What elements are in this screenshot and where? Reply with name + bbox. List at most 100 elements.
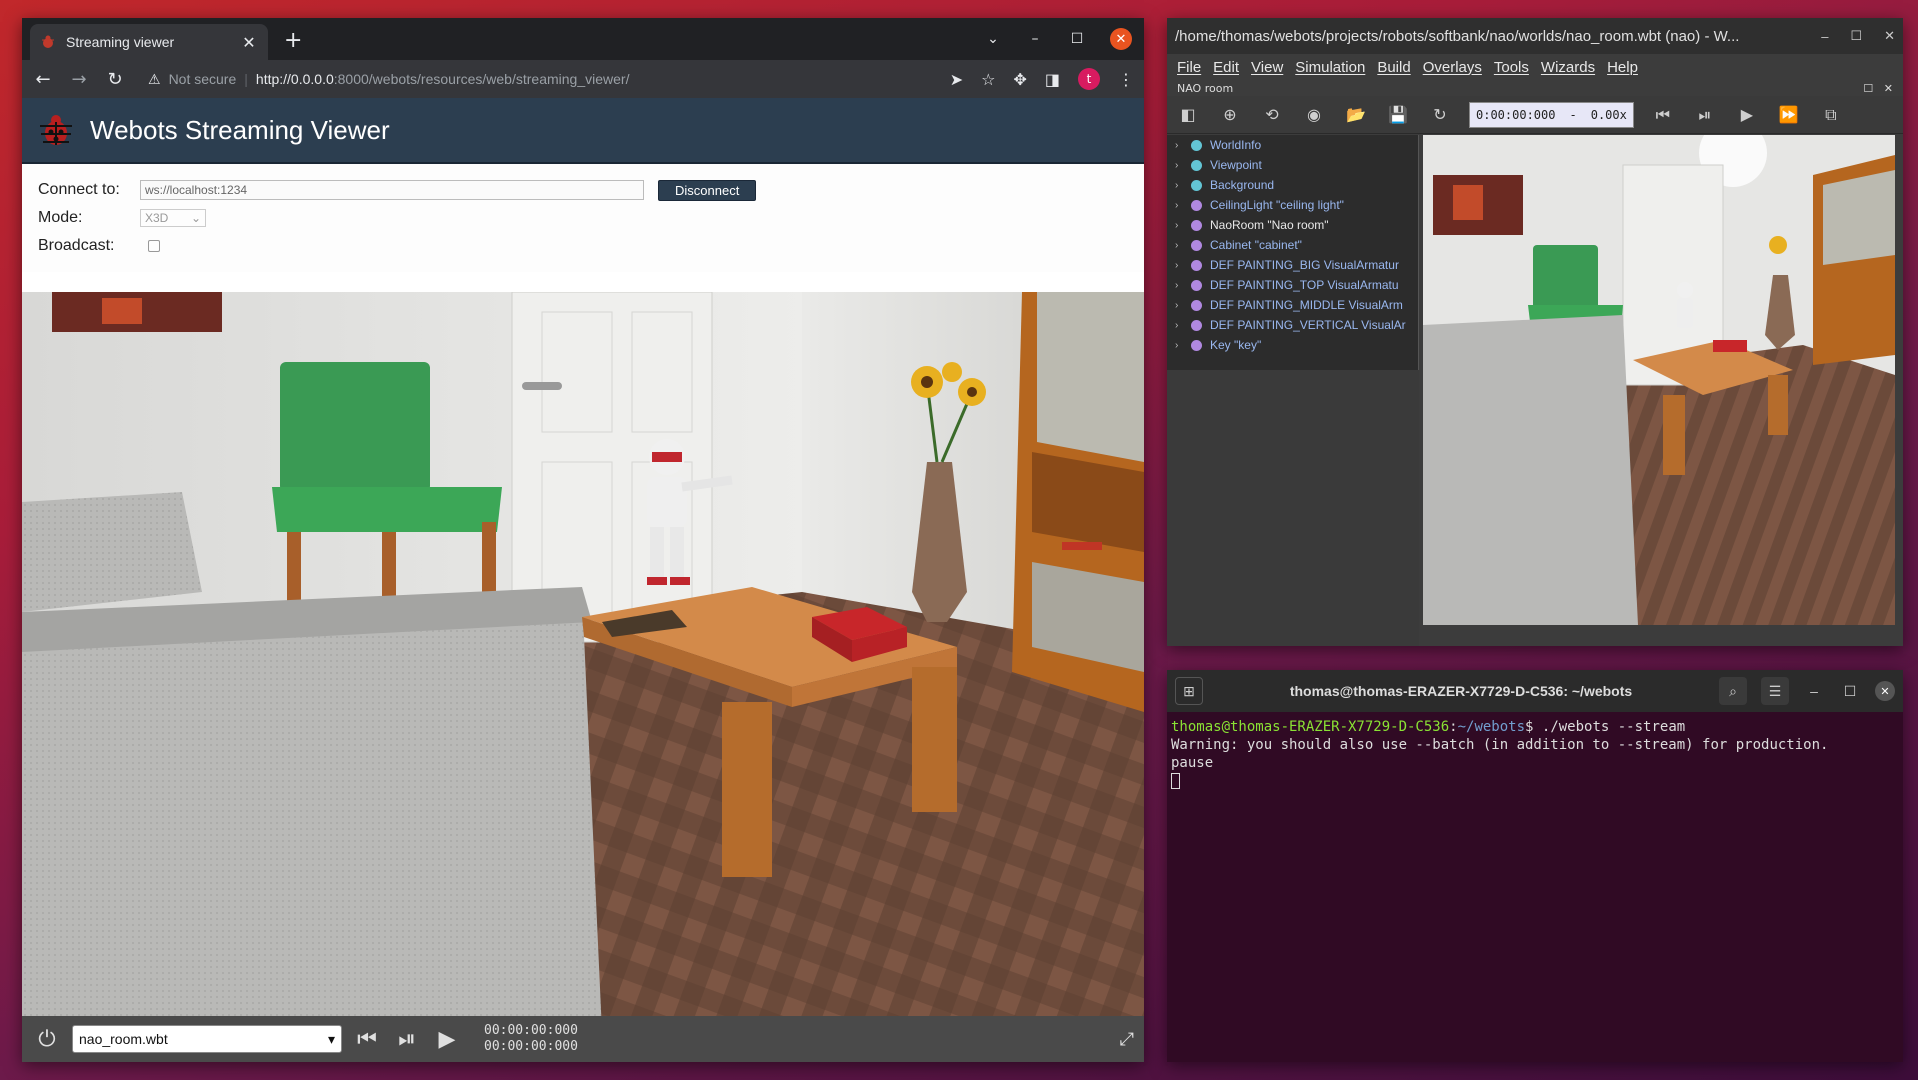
new-tab-icon[interactable]: ⊞ xyxy=(1175,677,1203,705)
extensions-icon[interactable]: ✥ xyxy=(1013,70,1026,89)
play-icon[interactable]: ▶ xyxy=(432,1027,462,1052)
scene-render xyxy=(22,292,1144,1032)
menu-help[interactable]: Help xyxy=(1607,59,1638,76)
tree-item-cabinet[interactable]: › Cabinet "cabinet" xyxy=(1167,235,1418,255)
terminal-output[interactable]: thomas@thomas-ERAZER-X7729-D-C536:~/webo… xyxy=(1167,712,1903,796)
webots-toolbar: ◧ ⊕ ⟲ ◉ 📂 💾 ↻ 0:00:00:000 - 0.00x ⏮ ⏯ ▶ … xyxy=(1167,96,1903,134)
save-world-icon[interactable]: 💾 xyxy=(1385,105,1411,124)
menu-wizards[interactable]: Wizards xyxy=(1541,59,1595,76)
tab-search-icon[interactable]: ⌄ xyxy=(984,31,1002,47)
sim-timer: 00:00:00:000 00:00:00:000 xyxy=(484,1023,578,1055)
terminal-line-warning: Warning: you should also use --batch (in… xyxy=(1171,737,1829,753)
reload-world-icon[interactable]: ↻ xyxy=(1427,105,1453,124)
expand-arrow-icon[interactable]: › xyxy=(1175,300,1183,311)
tree-item-viewpoint[interactable]: › Viewpoint xyxy=(1167,155,1418,175)
reset-icon[interactable]: ⏮ xyxy=(352,1027,382,1052)
close-button[interactable]: ✕ xyxy=(1875,681,1895,701)
tree-item-label: DEF PAINTING_BIG VisualArmatur xyxy=(1210,258,1399,272)
expand-arrow-icon[interactable]: › xyxy=(1175,240,1183,251)
tree-item-background[interactable]: › Background xyxy=(1167,175,1418,195)
open-world-icon[interactable]: 📂 xyxy=(1343,105,1369,124)
tree-item-ceilinglight[interactable]: › CeilingLight "ceiling light" xyxy=(1167,195,1418,215)
reload-icon[interactable]: ↻ xyxy=(104,69,126,90)
tree-item-worldinfo[interactable]: › WorldInfo xyxy=(1167,135,1418,155)
minimize-button[interactable]: – xyxy=(1026,31,1044,47)
tree-item-painting-big[interactable]: › DEF PAINTING_BIG VisualArmatur xyxy=(1167,255,1418,275)
expand-arrow-icon[interactable]: › xyxy=(1175,160,1183,171)
webots-logo-icon xyxy=(40,115,72,145)
world-name: NAO room xyxy=(1177,81,1234,95)
back-icon[interactable]: ← xyxy=(32,69,54,90)
expand-arrow-icon[interactable]: › xyxy=(1175,140,1183,151)
mode-label: Mode: xyxy=(38,209,83,226)
step-icon[interactable]: ⏯ xyxy=(392,1027,422,1052)
menu-build[interactable]: Build xyxy=(1377,59,1410,76)
world-select[interactable]: nao_room.wbt ▾ xyxy=(72,1025,342,1053)
play-icon[interactable]: ▶ xyxy=(1734,105,1760,124)
tree-item-painting-top[interactable]: › DEF PAINTING_TOP VisualArmatu xyxy=(1167,275,1418,295)
connect-url-input[interactable]: ws://localhost:1234 xyxy=(140,180,644,200)
menu-file[interactable]: File xyxy=(1177,59,1201,76)
new-tab-button[interactable]: + xyxy=(284,28,302,53)
step-icon[interactable]: ⏯ xyxy=(1692,105,1718,125)
close-button[interactable]: ✕ xyxy=(1110,28,1132,50)
tree-item-naoroom[interactable]: › NaoRoom "Nao room" xyxy=(1167,215,1418,235)
view-icon[interactable]: ◉ xyxy=(1301,105,1327,124)
forward-icon[interactable]: → xyxy=(68,69,90,90)
prompt-separator: : xyxy=(1449,719,1458,735)
maximize-button[interactable]: ☐ xyxy=(1068,31,1086,47)
tab-close-icon[interactable]: ✕ xyxy=(240,33,258,52)
hamburger-menu-icon[interactable]: ☰ xyxy=(1761,677,1789,705)
mode-select[interactable]: X3D ⌄ xyxy=(140,209,206,227)
simulation-time-display: 0:00:00:000 - 0.00x xyxy=(1469,101,1634,128)
mode-row: Mode: X3D ⌄ xyxy=(38,204,1128,232)
menu-dots-icon[interactable]: ⋮ xyxy=(1118,70,1134,89)
tree-item-painting-middle[interactable]: › DEF PAINTING_MIDDLE VisualArm xyxy=(1167,295,1418,315)
expand-arrow-icon[interactable]: › xyxy=(1175,220,1183,231)
maximize-button[interactable]: ☐ xyxy=(1850,28,1862,44)
disconnect-button[interactable]: Disconnect xyxy=(658,179,757,201)
broadcast-checkbox[interactable] xyxy=(148,240,160,252)
mode-value: X3D xyxy=(145,211,169,225)
tree-item-key[interactable]: › Key "key" xyxy=(1167,335,1418,355)
search-icon[interactable]: ⌕ xyxy=(1719,677,1747,705)
tree-item-label: Background xyxy=(1210,178,1275,192)
expand-arrow-icon[interactable]: › xyxy=(1175,260,1183,271)
broadcast-label: Broadcast: xyxy=(38,237,115,254)
tab-streaming-viewer[interactable]: Streaming viewer ✕ xyxy=(30,24,268,60)
3d-scene-view[interactable] xyxy=(22,292,1144,1032)
close-button[interactable]: ✕ xyxy=(1884,28,1895,44)
menu-simulation[interactable]: Simulation xyxy=(1295,59,1365,76)
expand-arrow-icon[interactable]: › xyxy=(1175,180,1183,191)
webots-3d-view[interactable] xyxy=(1423,135,1895,625)
menu-edit[interactable]: Edit xyxy=(1213,59,1239,76)
power-icon[interactable]: ⏻ xyxy=(32,1027,62,1052)
bookmark-star-icon[interactable]: ☆ xyxy=(981,70,995,89)
profile-avatar[interactable]: t xyxy=(1078,68,1100,90)
reset-simulation-icon[interactable]: ⏮ xyxy=(1650,105,1676,125)
tree-item-painting-vertical[interactable]: › DEF PAINTING_VERTICAL VisualAr xyxy=(1167,315,1418,335)
minimize-button[interactable]: – xyxy=(1821,29,1828,44)
address-bar[interactable]: ⚠ Not secure | http://0.0.0.0:8000/webot… xyxy=(140,64,936,94)
send-icon[interactable]: ➤ xyxy=(950,70,963,89)
expand-arrow-icon[interactable]: › xyxy=(1175,280,1183,291)
menu-tools[interactable]: Tools xyxy=(1494,59,1529,76)
maximize-button[interactable]: ☐ xyxy=(1839,683,1861,700)
side-panel-icon[interactable]: ◨ xyxy=(1045,70,1060,89)
fullscreen-icon[interactable]: ⤢ xyxy=(1120,1029,1134,1050)
connection-form: Connect to: ws://localhost:1234 Disconne… xyxy=(22,164,1144,272)
expand-arrow-icon[interactable]: › xyxy=(1175,340,1183,351)
menu-view[interactable]: View xyxy=(1251,59,1283,76)
panel-close-icon[interactable]: ✕ xyxy=(1884,82,1893,95)
add-node-icon[interactable]: ⊕ xyxy=(1217,105,1243,124)
node-icon xyxy=(1191,179,1202,191)
panel-float-icon[interactable]: ☐ xyxy=(1863,82,1873,95)
reset-camera-icon[interactable]: ⟲ xyxy=(1259,105,1285,124)
hide-scene-tree-icon[interactable]: ◧ xyxy=(1175,105,1201,124)
fast-forward-icon[interactable]: ⏩ xyxy=(1776,105,1802,124)
menu-overlays[interactable]: Overlays xyxy=(1423,59,1482,76)
render-toggle-icon[interactable]: ⧉ xyxy=(1818,105,1844,125)
expand-arrow-icon[interactable]: › xyxy=(1175,320,1183,331)
minimize-button[interactable]: – xyxy=(1803,683,1825,699)
expand-arrow-icon[interactable]: › xyxy=(1175,200,1183,211)
